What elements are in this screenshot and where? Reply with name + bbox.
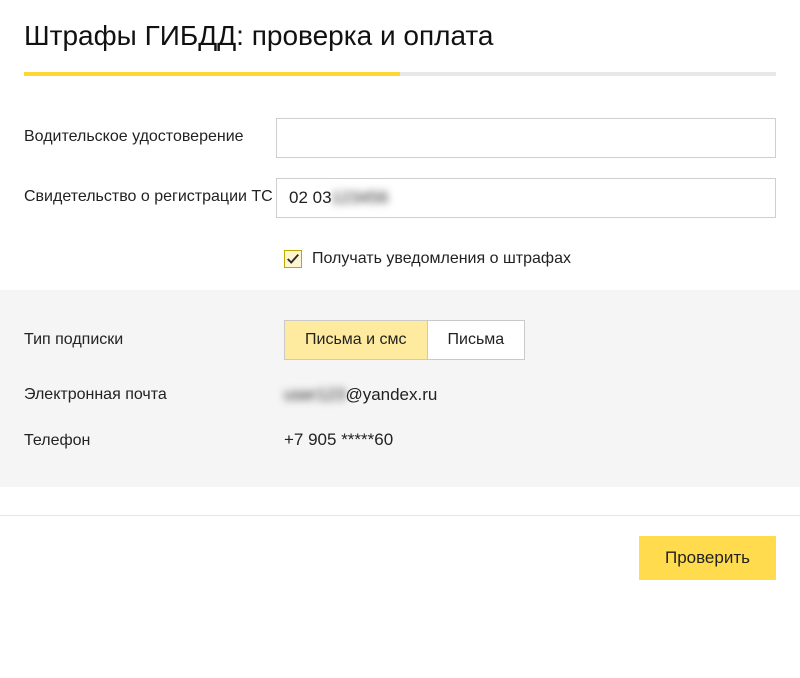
toggle-option-both[interactable]: Письма и смс	[285, 321, 427, 359]
registration-label: Свидетельство о регистрации ТС	[24, 178, 276, 208]
subscription-block: Тип подписки Письма и смс Письма Электро…	[0, 290, 800, 487]
phone-label: Телефон	[24, 430, 284, 452]
subscription-type-label: Тип подписки	[24, 329, 284, 351]
submit-button[interactable]: Проверить	[639, 536, 776, 580]
notify-checkbox[interactable]: Получать уведомления о штрафах	[284, 250, 776, 268]
license-input[interactable]	[276, 118, 776, 158]
toggle-option-email[interactable]: Письма	[427, 321, 525, 359]
registration-input[interactable]: 02 03 123456	[276, 178, 776, 218]
progress-bar	[24, 72, 776, 76]
email-value: user123 @yandex.ru	[284, 385, 776, 405]
subscription-type-toggle: Письма и смс Письма	[284, 320, 525, 360]
registration-value-hidden: 123456	[332, 188, 389, 208]
email-label: Электронная почта	[24, 384, 284, 406]
page-title: Штрафы ГИБДД: проверка и оплата	[24, 20, 776, 52]
email-hidden: user123	[284, 385, 345, 405]
license-label: Водительское удостоверение	[24, 118, 276, 148]
notify-label: Получать уведомления о штрафах	[312, 250, 571, 268]
registration-value-visible: 02 03	[289, 188, 332, 208]
checkbox-check-icon	[284, 250, 302, 268]
phone-value: +7 905 *****60	[284, 430, 776, 450]
progress-fill	[24, 72, 400, 76]
email-visible: @yandex.ru	[345, 385, 437, 405]
